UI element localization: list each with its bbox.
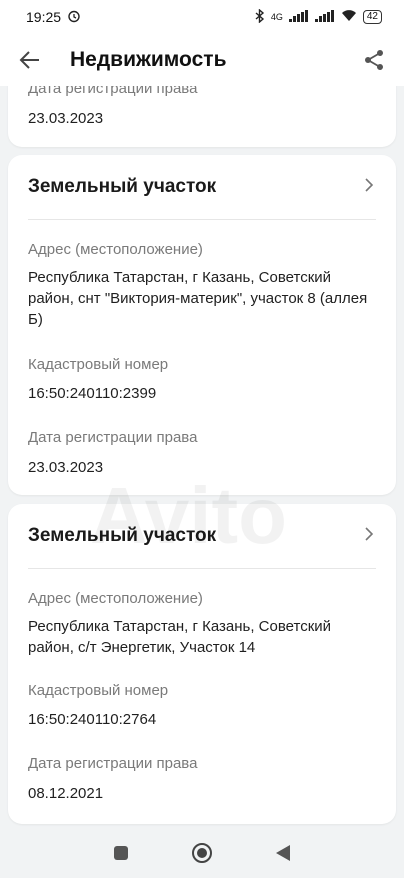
chevron-right-icon [362,526,376,546]
date-value: 23.03.2023 [28,110,104,127]
back-triangle-icon[interactable] [275,844,291,867]
date-label: Дата регистрации права [28,86,198,97]
signal-icon [288,9,309,25]
status-time: 19:25 [26,9,62,25]
card-header[interactable]: Земельный участок [28,504,376,569]
bluetooth-icon [255,7,265,26]
status-bar: 19:25 4G 42 [0,0,404,34]
date-value: 08.12.2021 [28,785,104,802]
cadastral-label: Кадастровый номер [28,356,169,373]
app-bar: Недвижимость [0,34,404,86]
property-card: Земельный участок Адрес (местоположение)… [8,504,396,824]
date-label: Дата регистрации права [28,755,198,772]
battery-indicator: 42 [362,10,382,24]
chevron-right-icon [362,177,376,197]
back-arrow-icon[interactable] [16,46,44,74]
property-card: Земельный участок Адрес (местоположение)… [8,155,396,495]
address-value: Республика Татарстан, г Казань, Советски… [28,618,332,656]
cadastral-value: 16:50:240110:2764 [28,711,157,728]
home-circle-icon[interactable] [191,842,213,869]
card-title: Земельный участок [28,176,217,197]
cadastral-value: 16:50:240110:2399 [28,385,157,402]
property-card-partial: Дата регистрации права 23.03.2023 [8,86,396,147]
address-label: Адрес (местоположение) [28,241,203,258]
date-value: 23.03.2023 [28,459,104,476]
alarm-icon [67,9,81,26]
wifi-icon [341,9,357,25]
signal-icon-2 [314,9,335,25]
network-type: 4G [270,12,283,22]
date-label: Дата регистрации права [28,429,198,446]
card-title: Земельный участок [28,525,217,546]
address-label: Адрес (местоположение) [28,590,203,607]
cadastral-label: Кадастровый номер [28,682,169,699]
system-nav-bar [0,833,404,878]
content-scroll[interactable]: Дата регистрации права 23.03.2023 Земель… [0,86,404,833]
share-icon[interactable] [360,46,388,74]
address-value: Республика Татарстан, г Казань, Советски… [28,269,368,328]
recents-square-icon[interactable] [113,845,129,866]
card-header[interactable]: Земельный участок [28,155,376,220]
page-title: Недвижимость [70,48,227,71]
